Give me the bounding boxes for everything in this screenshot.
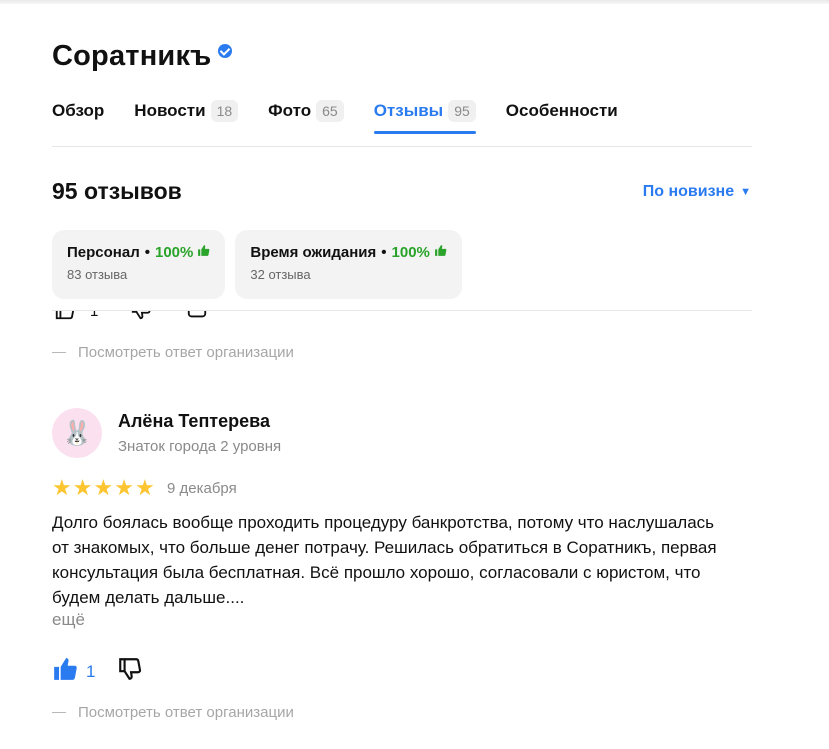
dislike-button[interactable]: [117, 656, 143, 687]
thumbs-up-icon: [197, 244, 210, 261]
like-count: 1: [90, 311, 99, 320]
category-percent: 100%: [155, 244, 194, 261]
category-percent: 100%: [391, 244, 430, 261]
divider: [52, 146, 752, 147]
tabs-bar: Обзор Новости 18 Фото 65 Отзывы 95 Особе…: [52, 98, 648, 138]
category-chip-waiting-time[interactable]: Время ожидания • 100% 32 отзыва: [235, 230, 462, 299]
reviews-count-heading: 95 отзывов: [52, 178, 182, 204]
view-org-reply-link[interactable]: Посмотреть ответ организации: [52, 344, 294, 361]
org-reply-label: Посмотреть ответ организации: [78, 704, 294, 721]
tab-reviews[interactable]: Отзывы 95: [373, 98, 476, 134]
separator-dot: •: [381, 244, 387, 261]
thumbs-up-icon: [434, 244, 447, 261]
dash-icon: [52, 352, 66, 353]
dash-icon: [52, 712, 66, 713]
verified-badge-icon: [217, 44, 232, 58]
tab-count-badge: 65: [316, 100, 344, 122]
star-icon: ★: [114, 475, 134, 500]
category-name: Персонал: [67, 244, 140, 261]
category-chip-staff[interactable]: Персонал • 100% 83 отзыва: [52, 230, 226, 299]
star-icon: ★: [134, 475, 155, 500]
caret-down-icon: ▼: [740, 186, 751, 198]
star-icon: ★: [72, 475, 93, 500]
tab-label: Обзор: [52, 101, 105, 120]
tab-label: Новости: [134, 101, 206, 120]
category-name: Время ожидания: [250, 244, 377, 261]
like-count: 1: [86, 661, 96, 681]
organization-name: Соратникъ: [52, 40, 212, 72]
bunny-icon: 🐰: [62, 419, 92, 447]
tab-label: Фото: [268, 101, 312, 120]
top-shadow: [0, 0, 829, 4]
tab-photos[interactable]: Фото 65: [268, 98, 344, 124]
like-button[interactable]: 1: [52, 656, 95, 687]
tab-label: Отзывы: [373, 101, 444, 120]
star-icon: ★: [52, 475, 72, 500]
org-reply-label: Посмотреть ответ организации: [78, 344, 294, 361]
tab-features[interactable]: Особенности: [506, 98, 618, 124]
star-rating: ★ ★ ★ ★ ★: [52, 477, 156, 499]
separator-dot: •: [144, 244, 150, 261]
review-text: Долго боялась вообще проходить процедуру…: [52, 513, 717, 607]
tab-label: Особенности: [505, 101, 618, 120]
previous-review-actions-clipped: 1: [52, 311, 252, 323]
tab-count-badge: 95: [448, 100, 476, 122]
thumbs-up-icon: [52, 656, 78, 687]
tab-count-badge: 18: [210, 100, 239, 122]
star-icon: ★: [93, 475, 114, 500]
dislike-icon[interactable]: [130, 311, 152, 323]
tab-overview[interactable]: Обзор: [52, 98, 104, 124]
review-actions: 1: [52, 656, 165, 687]
avatar[interactable]: 🐰: [52, 408, 102, 458]
author-level: Знаток города 2 уровня: [118, 438, 282, 455]
review-categories: Персонал • 100% 83 отзыва Время ожидания…: [52, 230, 472, 299]
review-date: 9 декабря: [167, 480, 237, 497]
thumbs-down-icon: [117, 656, 143, 687]
category-count: 32 отзыва: [250, 267, 311, 282]
tab-news[interactable]: Новости 18: [134, 98, 239, 124]
like-icon[interactable]: [54, 311, 76, 323]
comment-icon[interactable]: [186, 311, 208, 323]
review-author[interactable]: Алёна Тептерева: [118, 411, 270, 432]
sort-dropdown[interactable]: По новизне ▼: [643, 183, 751, 201]
organization-title: Соратникъ: [52, 40, 232, 73]
view-org-reply-link[interactable]: Посмотреть ответ организации: [52, 704, 294, 721]
show-more-link[interactable]: ещё: [52, 610, 85, 630]
sort-label: По новизне: [642, 183, 735, 200]
category-count: 83 отзыва: [67, 267, 128, 282]
